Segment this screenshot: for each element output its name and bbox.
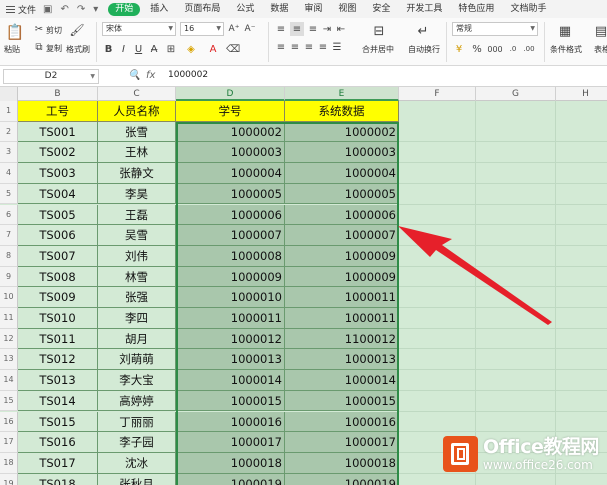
align-right-icon[interactable]: ≡ <box>304 42 314 53</box>
border-icon[interactable]: ⊞ <box>164 42 178 56</box>
red-arrow-icon <box>398 226 552 325</box>
font-name-value: 宋体 <box>106 24 122 33</box>
watermark-logo: Office教程网 www.office26.com <box>443 432 605 482</box>
increase-decimal-icon[interactable]: .0 <box>506 42 520 56</box>
conditional-format-button[interactable]: 条件格式 <box>550 44 582 55</box>
logo-title: Office教程网 <box>483 436 599 458</box>
office-logo-icon <box>443 436 478 472</box>
tab-4[interactable]: 数据 <box>262 0 296 18</box>
underline-icon[interactable]: U <box>133 42 144 56</box>
tab-7[interactable]: 安全 <box>364 0 398 18</box>
table-style-icon[interactable]: ▤ <box>594 22 607 40</box>
table-style-button[interactable]: 表格 <box>594 44 607 55</box>
fx-icon[interactable]: fx <box>146 70 155 81</box>
name-box-value: D2 <box>44 71 58 81</box>
file-menu-label: 文件 <box>18 5 37 16</box>
tab-10[interactable]: 文档助手 <box>502 0 554 18</box>
percent-icon[interactable]: % <box>470 42 484 56</box>
paste-button[interactable]: 粘贴 <box>4 44 20 55</box>
ribbon-tabs: 开始 插入 页面布局 公式 数据 审阅 视图 安全 开发工具 特色应用 文档助手 <box>106 0 554 18</box>
number-format-select[interactable]: 常规 ▼ <box>452 22 538 36</box>
spreadsheet-grid[interactable]: BCDEFGH 1 2 3 4 5 6 7 8 9 10 11 12 13 14 15 16 17 18 19 工号人… <box>0 87 607 485</box>
font-size-value: 16 <box>184 24 195 33</box>
merge-center-button[interactable]: 合并居中 <box>362 44 394 55</box>
copy-icon[interactable]: ⧉ <box>34 42 44 53</box>
merge-center-icon[interactable]: ⊟ <box>370 22 388 40</box>
wrap-text-button[interactable]: 自动换行 <box>408 44 440 55</box>
thousands-icon[interactable]: 000 <box>487 42 502 56</box>
tab-3[interactable]: 公式 <box>228 0 262 18</box>
conditional-format-icon[interactable]: ▦ <box>556 22 574 40</box>
cut-button[interactable]: 剪切 <box>46 25 62 36</box>
currency-icon[interactable]: ¥ <box>452 42 466 56</box>
file-menu[interactable]: 文件 <box>0 3 39 16</box>
tab-1[interactable]: 插入 <box>142 0 176 18</box>
align-top-icon[interactable]: ≡ <box>276 24 286 35</box>
paste-icon[interactable]: 📋 <box>6 22 25 42</box>
tab-9[interactable]: 特色应用 <box>450 0 502 18</box>
distribute-icon[interactable]: ☰ <box>332 42 342 53</box>
font-color-icon[interactable]: A <box>206 42 220 56</box>
increase-font-icon[interactable]: A⁺ <box>228 22 240 36</box>
tab-8[interactable]: 开发工具 <box>398 0 450 18</box>
menu-bar: 文件 ▣ ↶ ↷ ▾ 开始 插入 页面布局 公式 数据 审阅 视图 安全 开发工具 特色应用 文档助… <box>0 0 607 18</box>
redo-icon[interactable]: ↷ <box>77 4 85 15</box>
dropdown-icon[interactable]: ▾ <box>93 4 98 15</box>
cut-icon[interactable]: ✂ <box>34 24 44 35</box>
number-format-value: 常规 <box>456 24 472 33</box>
align-left-icon[interactable]: ≡ <box>276 42 286 53</box>
font-name-select[interactable]: 宋体 ▼ <box>102 22 176 36</box>
justify-icon[interactable]: ≡ <box>318 42 328 53</box>
tab-5[interactable]: 审阅 <box>296 0 330 18</box>
tab-6[interactable]: 视图 <box>330 0 364 18</box>
align-middle-icon[interactable]: ≡ <box>290 22 304 36</box>
italic-icon[interactable]: I <box>118 42 129 56</box>
decrease-decimal-icon[interactable]: .00 <box>522 42 536 56</box>
strikethrough-icon[interactable]: A̶ <box>148 42 160 56</box>
formula-input[interactable]: 1000002 <box>168 70 208 80</box>
zoom-icon[interactable]: 🔍 <box>128 70 140 81</box>
align-bottom-icon[interactable]: ≡ <box>308 24 318 35</box>
indent-icon[interactable]: ⇥ <box>322 24 332 35</box>
copy-button[interactable]: 复制 <box>46 43 62 54</box>
tab-2[interactable]: 页面布局 <box>176 0 228 18</box>
save-icon[interactable]: ▣ <box>43 4 52 15</box>
wrap-text-icon[interactable]: ↵ <box>414 22 432 40</box>
outdent-icon[interactable]: ⇤ <box>336 24 346 35</box>
hamburger-icon <box>6 5 15 13</box>
bold-icon[interactable]: B <box>103 42 114 56</box>
name-box[interactable]: D2 ▼ <box>3 69 99 84</box>
annotation-layer <box>398 226 552 325</box>
eraser-icon[interactable]: ⌫ <box>226 42 240 56</box>
format-painter-icon[interactable]: 🖌 <box>69 22 84 38</box>
decrease-font-icon[interactable]: A⁻ <box>244 22 256 36</box>
tab-0[interactable]: 开始 <box>108 2 141 16</box>
formula-bar: D2 ▼ 🔍 fx 1000002 <box>0 67 607 87</box>
logo-url: www.office26.com <box>483 458 593 472</box>
format-painter-button[interactable]: 格式刷 <box>66 44 90 55</box>
undo-icon[interactable]: ↶ <box>60 4 68 15</box>
quick-access-toolbar: ▣ ↶ ↷ ▾ <box>39 4 106 15</box>
font-size-select[interactable]: 16 ▼ <box>180 22 224 36</box>
fill-color-icon[interactable]: ◈ <box>184 42 198 56</box>
ribbon: 📋 粘贴 ✂ 剪切 ⧉ 复制 🖌 格式刷 宋体 ▼ 16 ▼ A⁺ A⁻ B I U… <box>0 18 607 66</box>
align-center-icon[interactable]: ≡ <box>290 42 300 53</box>
